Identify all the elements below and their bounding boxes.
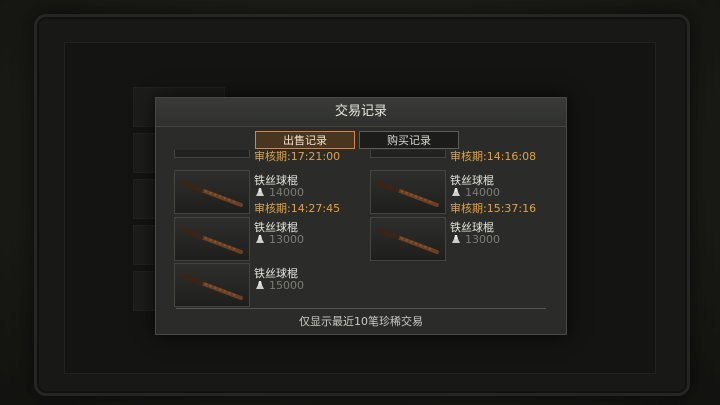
records-list[interactable]: 审核期:17:21:00 审核期:14:16:08 铁丝球棍 14000 审核期… — [170, 150, 550, 308]
silver-bar-icon — [450, 234, 462, 244]
item-thumbnail — [370, 217, 446, 261]
review-time: 审核期:15:37:16 — [450, 202, 537, 215]
item-thumbnail — [174, 263, 250, 307]
review-time: 审核期:14:27:45 — [254, 202, 341, 215]
list-item[interactable]: 铁丝球棍 15000 — [170, 263, 360, 308]
item-thumbnail — [174, 170, 250, 214]
tab-buy-records[interactable]: 购买记录 — [359, 131, 459, 149]
spiked-bat-icon — [376, 180, 439, 207]
dialog-title: 交易记录 — [156, 98, 566, 127]
partial-review-time: 审核期:14:16:08 — [450, 150, 537, 163]
footer-note: 仅显示最近10笔珍稀交易 — [299, 315, 423, 328]
item-thumbnail — [174, 217, 250, 261]
trade-records-dialog: 交易记录 出售记录 购买记录 审核期:17:21:00 审核期:14:16:08… — [155, 97, 567, 335]
list-item[interactable]: 铁丝球棍 13000 — [366, 217, 550, 263]
item-price: 14000 — [450, 186, 500, 199]
list-item[interactable]: 铁丝球棍 13000 — [170, 217, 360, 263]
spiked-bat-icon — [376, 227, 439, 254]
silver-bar-icon — [450, 187, 462, 197]
item-price: 14000 — [254, 186, 304, 199]
item-price: 13000 — [254, 233, 304, 246]
partial-item-thumb — [370, 150, 446, 158]
partial-item-thumb — [174, 150, 250, 158]
list-item[interactable]: 铁丝球棍 14000 审核期:15:37:16 — [366, 170, 550, 216]
tab-sell-records[interactable]: 出售记录 — [255, 131, 355, 149]
divider — [176, 308, 546, 309]
spiked-bat-icon — [180, 273, 243, 300]
item-thumbnail — [370, 170, 446, 214]
silver-bar-icon — [254, 234, 266, 244]
spiked-bat-icon — [180, 227, 243, 254]
item-price: 15000 — [254, 279, 304, 292]
silver-bar-icon — [254, 280, 266, 290]
list-item[interactable]: 铁丝球棍 14000 审核期:14:27:45 — [170, 170, 360, 216]
spiked-bat-icon — [180, 180, 243, 207]
partial-review-time: 审核期:17:21:00 — [254, 150, 341, 163]
item-price: 13000 — [450, 233, 500, 246]
silver-bar-icon — [254, 187, 266, 197]
